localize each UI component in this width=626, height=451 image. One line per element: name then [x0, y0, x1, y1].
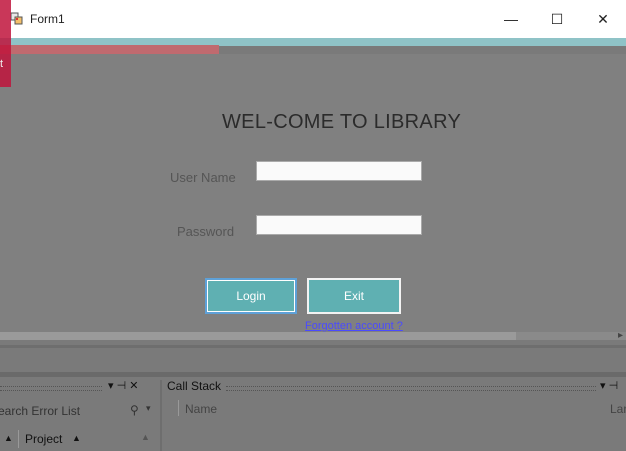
exit-button[interactable]: Exit [307, 278, 401, 314]
language-column-header[interactable]: Lar [610, 402, 626, 416]
login-button[interactable]: Login [205, 278, 297, 314]
username-input[interactable] [256, 161, 422, 181]
project-column-header[interactable]: ▲ Project ▲ ▲ [0, 430, 160, 448]
left-pane-controls[interactable]: ▾ ⊣ ✕ [108, 379, 144, 397]
name-column-header[interactable]: Name [185, 402, 217, 416]
forgot-account-link[interactable]: Forgotten account ? [305, 320, 403, 332]
minimize-button[interactable]: — [488, 0, 534, 38]
project-column-label: Project [25, 432, 63, 446]
side-tab[interactable] [0, 0, 11, 87]
right-pane-controls[interactable]: ▾ ⊣ [600, 379, 618, 397]
maximize-icon: ☐ [550, 10, 564, 27]
side-tab-label: t [0, 58, 4, 70]
pane-options-icon[interactable]: ▾ ⊣ ✕ [108, 380, 138, 392]
pane-vertical-divider [160, 380, 162, 451]
scroll-up-icon[interactable]: ▲ [141, 432, 150, 442]
sort-indicator-icon[interactable]: ▲ [72, 433, 81, 443]
sort-up-icon[interactable]: ▲ [4, 433, 13, 443]
title-bar: Form1 — ☐ ✕ [0, 0, 626, 38]
column-separator [18, 430, 19, 448]
username-label: User Name [170, 170, 236, 185]
minimize-icon: — [504, 11, 518, 27]
panel-divider [0, 345, 626, 348]
window-title: Form1 [30, 12, 65, 26]
scroll-right-icon[interactable]: ▸ [618, 330, 623, 341]
pane-top-divider [0, 372, 626, 377]
close-button[interactable]: ✕ [580, 0, 626, 38]
horizontal-scrollbar-thumb[interactable] [0, 332, 516, 340]
search-icon[interactable]: ⚲ [130, 403, 139, 417]
search-input[interactable]: earch Error List [0, 404, 80, 418]
call-stack-title: Call Stack [167, 379, 222, 393]
password-input[interactable] [256, 215, 422, 235]
maximize-button[interactable]: ☐ [534, 0, 580, 38]
left-pane-grip[interactable] [0, 386, 102, 391]
chevron-down-icon[interactable]: ▾ [146, 403, 151, 414]
welcome-heading: WEL-COME TO LIBRARY [222, 111, 462, 133]
right-pane-grip[interactable] [226, 386, 596, 391]
close-icon: ✕ [597, 10, 609, 27]
app-icon [10, 12, 23, 25]
error-list-search[interactable]: earch Error List ⚲ ▾ [0, 402, 156, 420]
header-red-strip [0, 45, 219, 54]
column-separator [178, 400, 179, 416]
password-label: Password [177, 224, 235, 239]
